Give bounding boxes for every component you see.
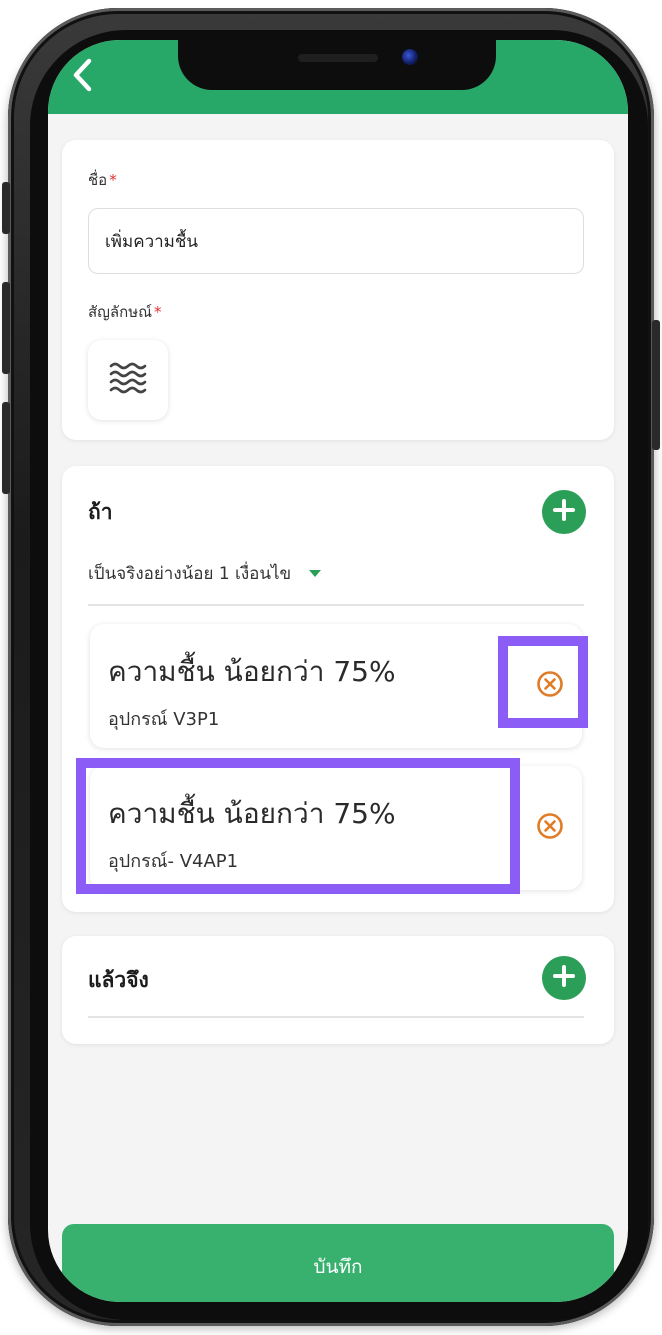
then-divider [88,1016,584,1018]
name-card: ชื่อ * สัญลักษณ์ * [62,140,614,440]
then-title: แล้วจึง [88,968,149,992]
caret-down-icon [309,569,322,577]
if-divider [88,604,584,606]
close-circle-icon [536,670,564,702]
mute-switch [2,182,10,234]
if-title: ถ้า [88,500,113,524]
if-card: ถ้า เป็นจริงอย่างน้อย 1 เงื่อนไข ความชื้… [62,466,614,912]
power-button [652,320,660,450]
condition-card-1[interactable]: ความชื้น น้อยกว่า 75% อุปกรณ์ V3P1 [90,624,582,748]
speaker-grille [298,54,378,62]
symbol-label: สัญลักษณ์ * [88,300,162,324]
save-button[interactable]: บันทึก [62,1224,614,1302]
condition-mode-dropdown[interactable]: เป็นจริงอย่างน้อย 1 เงื่อนไข [88,558,322,588]
symbol-label-text: สัญลักษณ์ [88,303,153,321]
condition-device: อุปกรณ์- V4AP1 [108,851,239,872]
volume-up-button [2,282,10,374]
back-button[interactable] [62,54,102,100]
volume-down-button [2,402,10,494]
then-card: แล้วจึง [62,936,614,1044]
name-label-text: ชื่อ [88,171,108,189]
close-circle-icon [536,812,564,844]
water-waves-icon [108,361,148,399]
screen: ชื่อ * สัญลักษณ์ * [48,40,628,1302]
required-mark: * [109,171,117,189]
required-mark: * [154,303,162,321]
remove-condition-button[interactable] [532,810,568,846]
symbol-picker[interactable] [88,340,168,420]
condition-mode-text: เป็นจริงอย่างน้อย 1 เงื่อนไข [88,563,292,584]
add-condition-button[interactable] [542,490,586,534]
stage: ชื่อ * สัญลักษณ์ * [0,0,662,1335]
camera-lens [402,49,418,65]
chevron-left-icon [71,57,93,97]
plus-icon [553,965,575,991]
name-label: ชื่อ * [88,168,117,192]
plus-icon [553,499,575,525]
name-input[interactable] [88,208,584,274]
condition-title: ความชื้น น้อยกว่า 75% [108,797,396,830]
condition-device: อุปกรณ์ V3P1 [108,709,220,730]
notch [178,40,496,90]
remove-condition-button[interactable] [532,668,568,704]
condition-card-2[interactable]: ความชื้น น้อยกว่า 75% อุปกรณ์- V4AP1 [90,766,582,890]
add-action-button[interactable] [542,956,586,1000]
condition-title: ความชื้น น้อยกว่า 75% [108,655,396,688]
